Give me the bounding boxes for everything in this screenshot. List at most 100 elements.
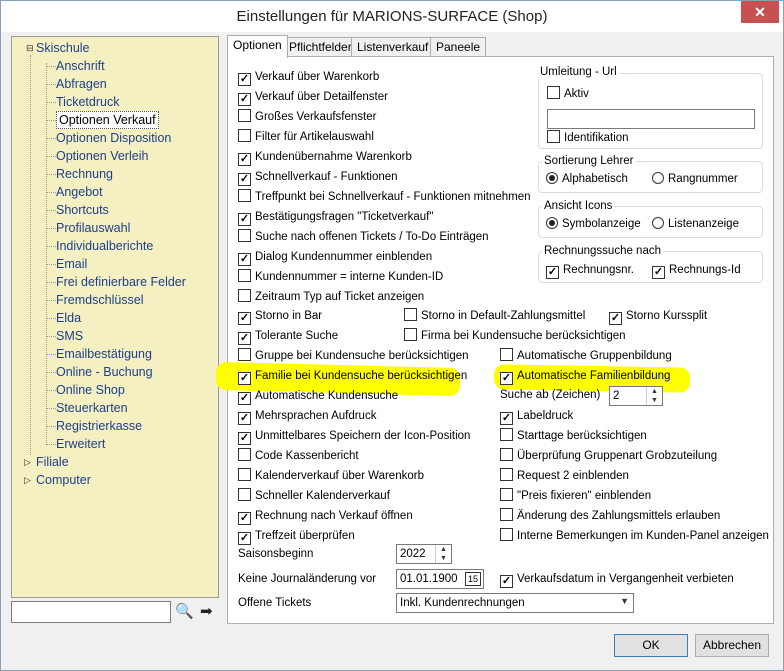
tab-optionen[interactable]: Optionen [227, 35, 288, 58]
option-checkbox[interactable]: ✓ Verkauf über Detailfenster [238, 89, 388, 106]
expander-open-icon[interactable]: ⊟ [26, 43, 34, 54]
tree-node-item[interactable]: Angebot [56, 183, 103, 201]
checkbox-box[interactable] [238, 129, 251, 142]
tolerante-suche-checkbox[interactable]: ✓ Tolerante Suche [238, 328, 338, 345]
ok-button[interactable]: OK [614, 634, 688, 657]
vergangenheit-checkbox[interactable]: ✓ Verkaufsdatum in Vergangenheit verbiete… [500, 571, 734, 588]
checkbox-box[interactable] [500, 508, 513, 521]
checkbox-box[interactable] [238, 269, 251, 282]
option-checkbox[interactable]: Kalenderverkauf über Warenkorb [238, 468, 424, 484]
checkbox-box[interactable]: ✓ [500, 412, 513, 425]
checkbox-box[interactable] [404, 328, 417, 341]
checkbox-box[interactable] [238, 448, 251, 461]
cancel-button[interactable]: Abbrechen [695, 634, 769, 657]
go-arrow-icon[interactable]: ➡ [200, 602, 213, 620]
stepper-arrows-icon[interactable]: ▲ ▼ [646, 387, 662, 405]
option-checkbox[interactable]: ✓ Schnellverkauf - Funktionen [238, 169, 398, 186]
option-checkbox[interactable]: Request 2 einblenden [500, 468, 629, 484]
checkbox-box[interactable] [404, 308, 417, 321]
tree-node-item[interactable]: Registrierkasse [56, 417, 142, 435]
tab-listenverkauf[interactable]: Listenverkauf [351, 37, 435, 57]
checkbox-box[interactable]: ✓ [238, 312, 251, 325]
radio-dot[interactable] [652, 172, 664, 184]
tree-node-root[interactable]: Computer [36, 471, 91, 489]
option-checkbox[interactable]: Gruppe bei Kundensuche berücksichtigen [238, 348, 469, 364]
option-checkbox[interactable]: ✓ Familie bei Kundensuche berücksichtigen [238, 368, 467, 385]
calendar-icon[interactable]: 15 [465, 572, 481, 586]
checkbox-box[interactable] [500, 528, 513, 541]
tree-node-item[interactable]: Ticketdruck [56, 93, 119, 111]
expander-closed-icon[interactable]: ▷ [24, 475, 31, 486]
checkbox-box[interactable] [500, 468, 513, 481]
checkbox-box[interactable]: ✓ [238, 532, 251, 545]
checkbox-box[interactable] [547, 130, 560, 143]
checkbox-box[interactable] [238, 468, 251, 481]
checkbox-box[interactable]: ✓ [546, 266, 559, 279]
option-checkbox[interactable]: Starttage berücksichtigen [500, 428, 647, 444]
checkbox-box[interactable] [238, 109, 251, 122]
tree-node-item[interactable]: Steuerkarten [56, 399, 128, 417]
firma-kundensuche-checkbox[interactable]: Firma bei Kundensuche berücksichtigen [404, 328, 626, 344]
radio-alphabetisch[interactable]: Alphabetisch [546, 171, 628, 187]
option-checkbox[interactable]: Interne Bemerkungen im Kunden-Panel anze… [500, 528, 769, 544]
radio-dot[interactable] [652, 217, 664, 229]
tab-pflichtfelder[interactable]: Pflichtfelder [283, 37, 358, 57]
tree-node-item[interactable]: Online Shop [56, 381, 125, 399]
option-checkbox[interactable]: ✓ Automatische Familienbildung [500, 368, 670, 385]
tree-search-input[interactable] [11, 601, 171, 623]
storno-checkbox[interactable]: ✓ Storno Kurssplit [609, 308, 707, 325]
checkbox-box[interactable]: ✓ [238, 392, 251, 405]
tree-node-root[interactable]: Filiale [36, 453, 69, 471]
tree-node-item[interactable]: Emailbestätigung [56, 345, 152, 363]
checkbox-box[interactable] [238, 189, 251, 202]
tree-node-item[interactable]: Profilauswahl [56, 219, 130, 237]
option-checkbox[interactable]: "Preis fixieren" einblenden [500, 488, 651, 504]
option-checkbox[interactable]: ✓ Unmittelbares Speichern der Icon-Positi… [238, 428, 470, 445]
checkbox-box[interactable] [238, 229, 251, 242]
option-checkbox[interactable]: ✓ Dialog Kundennummer einblenden [238, 249, 432, 266]
option-checkbox[interactable]: Suche nach offenen Tickets / To-Do Eintr… [238, 229, 489, 245]
option-checkbox[interactable]: Großes Verkaufsfenster [238, 109, 376, 125]
checkbox-box[interactable]: ✓ [238, 253, 251, 266]
option-checkbox[interactable]: ✓ Labeldruck [500, 408, 573, 425]
radio-dot[interactable] [546, 172, 558, 184]
radio-dot[interactable] [546, 217, 558, 229]
tree-node-item[interactable]: Fremdschlüssel [56, 291, 144, 309]
option-checkbox[interactable]: ✓ Automatische Kundensuche [238, 388, 398, 405]
radio-rangnummer[interactable]: Rangnummer [652, 171, 738, 187]
checkbox-box[interactable]: ✓ [500, 372, 513, 385]
close-button[interactable]: ✕ [741, 1, 779, 23]
tree-node-item[interactable]: Elda [56, 309, 81, 327]
offene-tickets-select[interactable]: Inkl. Kundenrechnungen ▼ [396, 593, 634, 613]
option-checkbox[interactable]: Automatische Gruppenbildung [500, 348, 672, 364]
option-checkbox[interactable]: ✓ Mehrsprachen Aufdruck [238, 408, 376, 425]
checkbox-box[interactable]: ✓ [238, 173, 251, 186]
tree-node-item[interactable]: Frei definierbare Felder [56, 273, 186, 291]
checkbox-box[interactable]: ✓ [238, 512, 251, 525]
option-checkbox[interactable]: Überprüfung Gruppenart Grobzuteilung [500, 448, 717, 464]
search-icon[interactable]: 🔍 [175, 602, 194, 620]
checkbox-box[interactable]: ✓ [238, 372, 251, 385]
option-checkbox[interactable]: Zeitraum Typ auf Ticket anzeigen [238, 289, 424, 305]
url-input[interactable] [547, 109, 755, 129]
checkbox-box[interactable] [547, 86, 560, 99]
checkbox-box[interactable]: ✓ [500, 575, 513, 588]
option-checkbox[interactable]: ✓ Bestätigungsfragen "Ticketverkauf" [238, 209, 433, 226]
tree-node-item[interactable]: Individualberichte [56, 237, 153, 255]
storno-checkbox[interactable]: Storno in Default-Zahlungsmittel [404, 308, 585, 324]
storno-checkbox[interactable]: ✓ Storno in Bar [238, 308, 322, 325]
tree-node-skischule[interactable]: Skischule [36, 39, 90, 57]
option-checkbox[interactable]: Treffpunkt bei Schnellverkauf - Funktion… [238, 189, 531, 205]
tree-node-item[interactable]: Erweitert [56, 435, 105, 453]
option-checkbox[interactable]: Schneller Kalenderverkauf [238, 488, 390, 504]
radio-listenanzeige[interactable]: Listenanzeige [652, 216, 739, 232]
suche-ab-stepper[interactable]: 2 ▲ ▼ [609, 386, 663, 406]
option-checkbox[interactable]: ✓ Rechnung nach Verkauf öffnen [238, 508, 413, 525]
radio-symbolanzeige[interactable]: Symbolanzeige [546, 216, 641, 232]
checkbox-box[interactable]: ✓ [238, 432, 251, 445]
checkbox-box[interactable]: ✓ [238, 93, 251, 106]
checkbox-box[interactable]: ✓ [238, 73, 251, 86]
stepper-arrows-icon[interactable]: ▲ ▼ [435, 545, 451, 563]
tree-node-item[interactable]: Rechnung [56, 165, 113, 183]
checkbox-box[interactable] [238, 348, 251, 361]
